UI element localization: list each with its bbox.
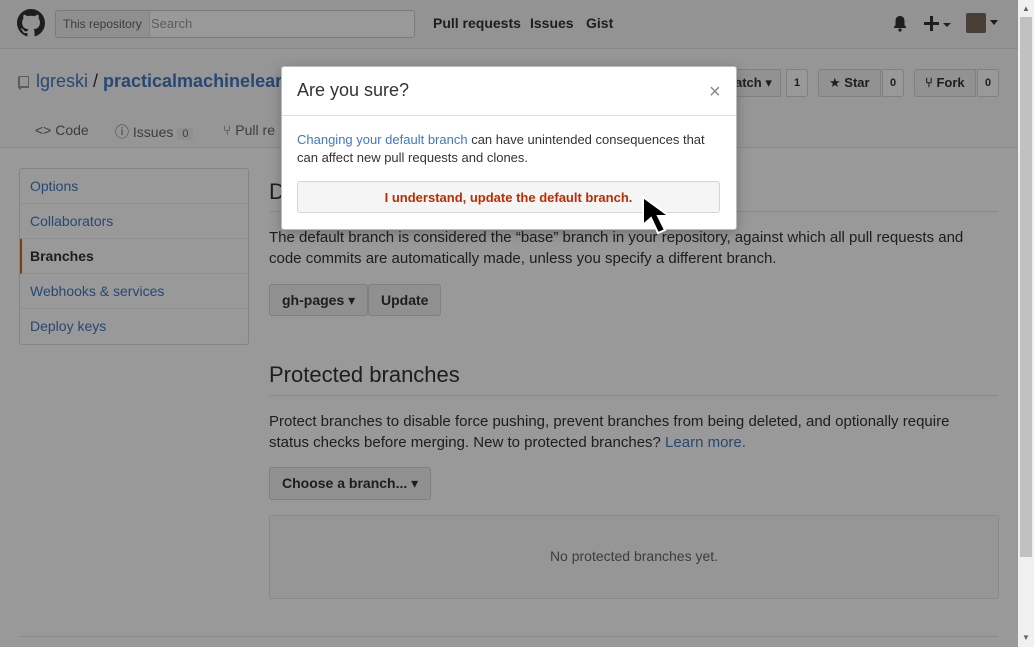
default-branch-help-link[interactable]: Changing your default branch — [297, 132, 468, 147]
close-icon[interactable]: × — [709, 81, 721, 104]
scroll-up-icon[interactable]: ▲ — [1022, 4, 1030, 13]
mouse-cursor-icon — [642, 195, 673, 235]
dialog-message: Changing your default branch can have un… — [297, 132, 705, 165]
scrollbar-thumb[interactable] — [1020, 17, 1032, 557]
dialog-title: Are you sure? — [297, 80, 410, 100]
dialog-divider — [282, 115, 736, 116]
scroll-down-icon[interactable]: ▼ — [1022, 633, 1030, 642]
vertical-scrollbar[interactable]: ▲ ▼ — [1018, 0, 1034, 647]
